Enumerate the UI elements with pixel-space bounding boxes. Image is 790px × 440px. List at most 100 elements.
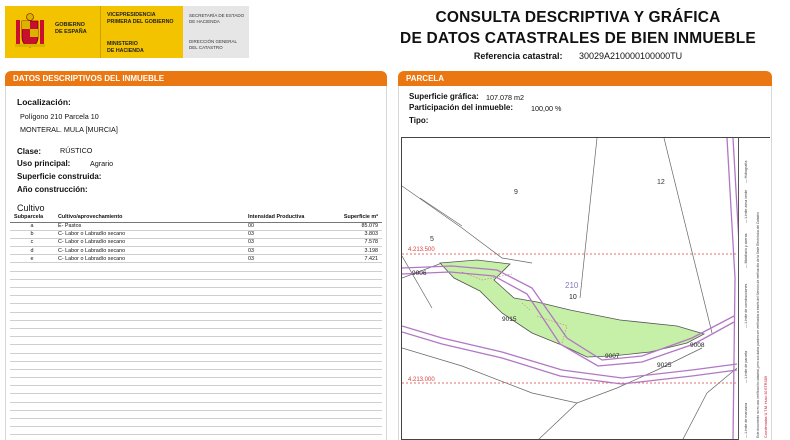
table-row bbox=[10, 361, 382, 370]
superficie-cell bbox=[324, 410, 382, 420]
subparcela-cell: b bbox=[10, 230, 54, 239]
title-line2: DE DATOS CATASTRALES DE BIEN INMUEBLE bbox=[400, 30, 756, 47]
intensidad-cell bbox=[244, 336, 324, 346]
table-header-row: Subparcela Cultivo/aprovechamiento Inten… bbox=[10, 213, 382, 223]
subparcela-cell bbox=[10, 393, 54, 403]
col-intensidad: Intensidad Productiva bbox=[244, 213, 324, 223]
superficie-cell bbox=[324, 361, 382, 370]
superficie-cell bbox=[324, 402, 382, 411]
table-row bbox=[10, 377, 382, 387]
intensidad-cell: 03 bbox=[244, 246, 324, 256]
superficie-cell bbox=[324, 271, 382, 280]
sup-grafica-label: Superficie gráfica: bbox=[409, 92, 479, 101]
table-row bbox=[10, 312, 382, 321]
map-label-9: 9 bbox=[514, 189, 518, 196]
subparcela-cell bbox=[10, 303, 54, 313]
cultivo-cell bbox=[54, 410, 244, 420]
table-row bbox=[10, 353, 382, 362]
cadastral-reference: Referencia catastral: 30029A210000100000… bbox=[400, 51, 756, 61]
subparcela-cell bbox=[10, 312, 54, 321]
subparcela-cell bbox=[10, 402, 54, 411]
cultivo-cell bbox=[54, 328, 244, 338]
subparcela-cell bbox=[10, 426, 54, 436]
section-title-bold: INMUEBLE bbox=[122, 74, 165, 83]
logo-yellow-band: GOBIERNO DE ESPAÑA VICEPRESIDENCIA PRIME… bbox=[5, 6, 183, 58]
superficie-cell bbox=[324, 287, 382, 297]
superficie-cell: 85.079 bbox=[324, 222, 382, 231]
intensidad-cell bbox=[244, 312, 324, 321]
superficie-cell bbox=[324, 320, 382, 329]
intensidad-cell: 03 bbox=[244, 254, 324, 264]
intensidad-cell bbox=[244, 279, 324, 289]
superficie-cell bbox=[324, 303, 382, 313]
superficie-cell bbox=[324, 279, 382, 289]
intensidad-cell bbox=[244, 344, 324, 354]
subparcela-cell bbox=[10, 287, 54, 297]
superficie-cell bbox=[324, 385, 382, 395]
superficie-cell bbox=[324, 353, 382, 362]
ref-label: Referencia catastral: bbox=[473, 51, 563, 61]
anio-construccion-label: Año construcción: bbox=[17, 185, 88, 194]
vice-line2: PRIMERA DEL GOBIERNO bbox=[107, 18, 174, 25]
cultivo-cell: C- Labor o Labradío secano bbox=[54, 254, 244, 264]
table-row bbox=[10, 369, 382, 379]
cadastral-map[interactable]: 4.213.500 4.213.000 9 12 5 210 10 9006 9… bbox=[401, 137, 770, 440]
legend-note: Este documento no es una certificación c… bbox=[756, 212, 760, 438]
map-label-5: 5 bbox=[430, 236, 434, 243]
subparcela-cell bbox=[10, 328, 54, 338]
gov-line2: DE ESPAÑA bbox=[55, 29, 87, 35]
cultivo-cell bbox=[54, 369, 244, 379]
intensidad-cell bbox=[244, 393, 324, 403]
subparcela-cell bbox=[10, 418, 54, 428]
min-line2: DE HACIENDA bbox=[107, 47, 144, 54]
map-ycoord-2: 4.213.000 bbox=[408, 377, 435, 383]
subparcela-cell: e bbox=[10, 254, 54, 264]
col-superficie: Superficie m² bbox=[324, 213, 382, 223]
table-row bbox=[10, 320, 382, 329]
table-row bbox=[10, 336, 382, 346]
localizacion-line2: MONTERAL. MULA [MURCIA] bbox=[20, 125, 118, 134]
map-label-9006: 9006 bbox=[412, 270, 427, 277]
superficie-cell: 7.421 bbox=[324, 254, 382, 264]
superficie-cell bbox=[324, 418, 382, 428]
superficie-cell bbox=[324, 377, 382, 387]
intensidad-cell: 03 bbox=[244, 238, 324, 248]
map-label-9015: 9015 bbox=[502, 316, 517, 323]
government-logo: GOBIERNO DE ESPAÑA VICEPRESIDENCIA PRIME… bbox=[5, 6, 249, 58]
superficie-construida-label: Superficie construida: bbox=[17, 172, 102, 181]
superficie-cell bbox=[324, 336, 382, 346]
table-row bbox=[10, 410, 382, 420]
cultivo-cell bbox=[54, 418, 244, 428]
superficie-cell: 3.198 bbox=[324, 246, 382, 256]
subparcela-cell bbox=[10, 336, 54, 346]
cultivo-cell bbox=[54, 353, 244, 362]
sup-grafica-value: 107.078 m2 bbox=[486, 93, 524, 102]
subparcela-cell bbox=[10, 353, 54, 362]
cultivo-title: Cultivo bbox=[17, 203, 45, 213]
participacion-label: Participación del inmueble: bbox=[409, 103, 514, 112]
cultivo-cell bbox=[54, 320, 244, 329]
legend-line-2: — Límite de construcciones bbox=[744, 283, 748, 328]
secretariat-text: SECRETARÍA DE ESTADO DE HACIENDA DIRECCI… bbox=[183, 6, 249, 58]
ministry-text: VICEPRESIDENCIA PRIMERA DEL GOBIERNO MIN… bbox=[100, 6, 183, 58]
cultivo-cell: C- Labor o Labradío secano bbox=[54, 246, 244, 256]
subparcela-cell bbox=[10, 295, 54, 305]
cultivo-cell: C- Labor o Labradío secano bbox=[54, 230, 244, 239]
cultivo-cell bbox=[54, 287, 244, 297]
gov-line1: GOBIERNO bbox=[55, 22, 85, 28]
section-title-prefix: DATOS DESCRIPTIVOS DEL bbox=[13, 74, 123, 83]
intensidad-cell bbox=[244, 426, 324, 436]
table-row bbox=[10, 426, 382, 436]
section-header-descriptive: DATOS DESCRIPTIVOS DEL INMUEBLE bbox=[5, 71, 387, 86]
cultivo-cell bbox=[54, 303, 244, 313]
table-row bbox=[10, 303, 382, 313]
map-label-9007: 9007 bbox=[605, 353, 620, 360]
cultivo-cell bbox=[54, 402, 244, 411]
subparcela-cell: c bbox=[10, 238, 54, 248]
intensidad-cell bbox=[244, 262, 324, 272]
subparcela-cell bbox=[10, 271, 54, 280]
uso-label: Uso principal: bbox=[17, 159, 71, 168]
uso-value: Agrario bbox=[90, 159, 114, 168]
superficie-cell bbox=[324, 426, 382, 436]
intensidad-cell bbox=[244, 303, 324, 313]
